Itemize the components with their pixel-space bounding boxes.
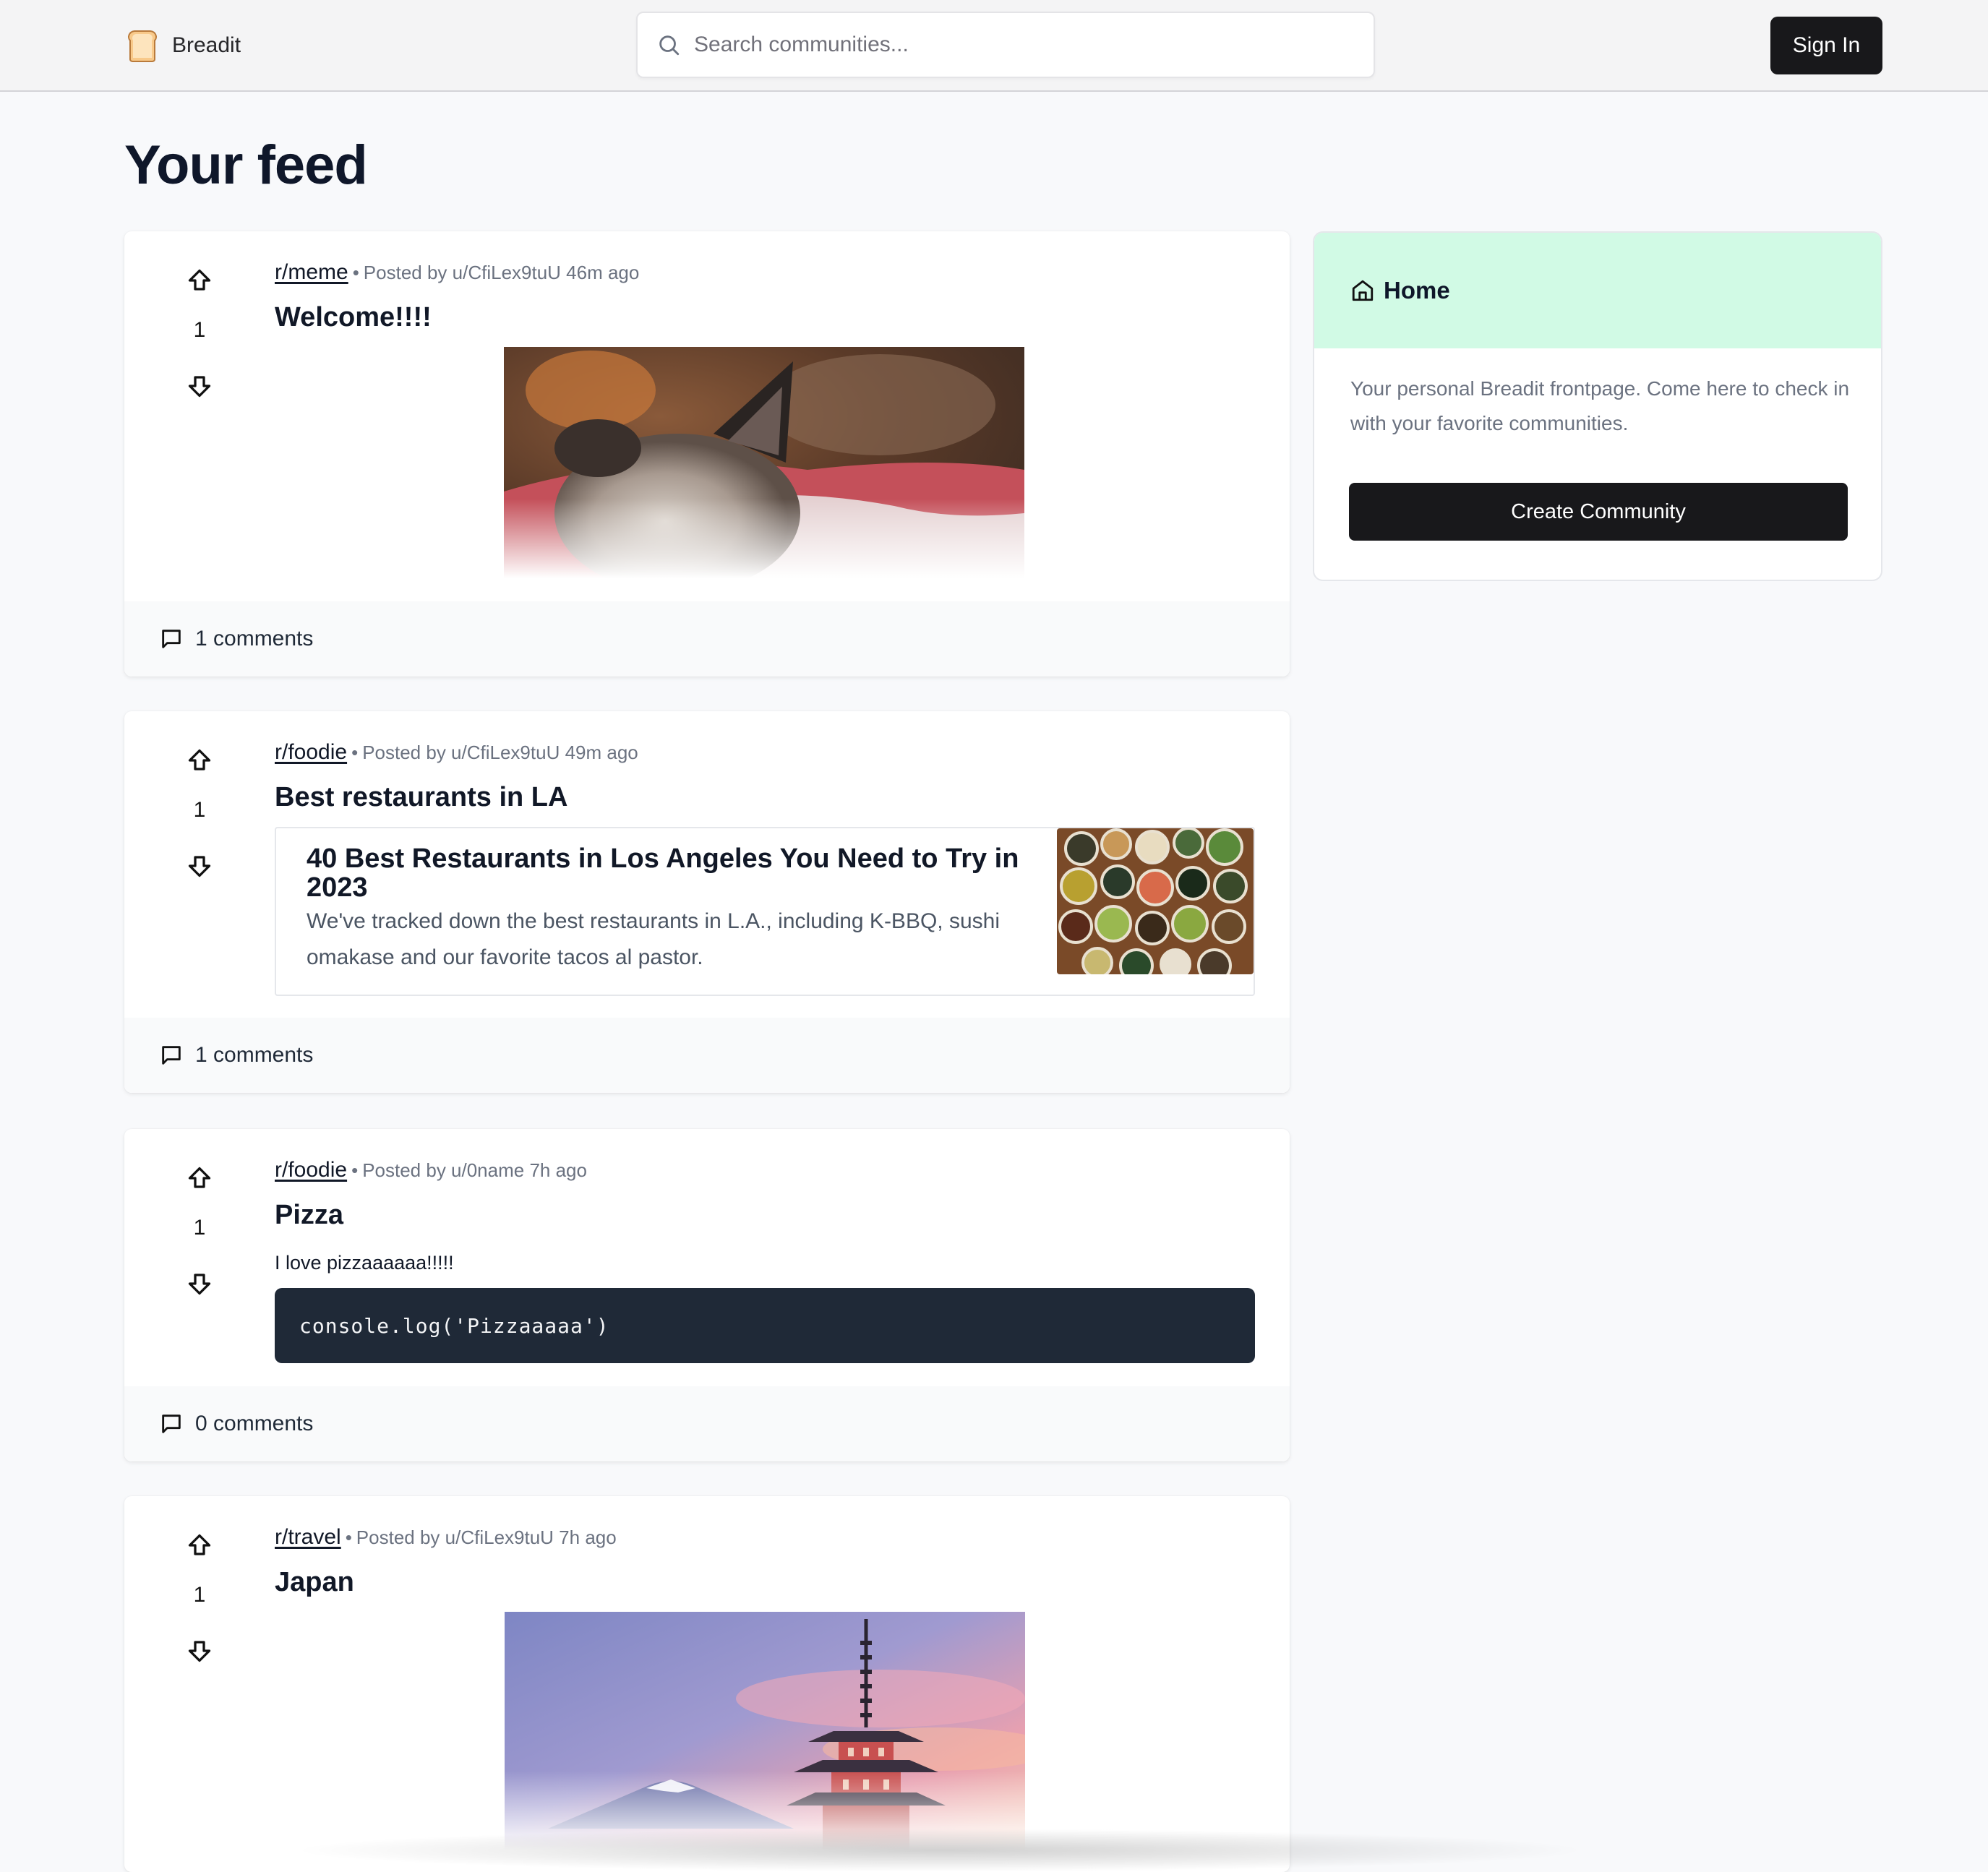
post-image[interactable] (504, 347, 1024, 578)
search-bar[interactable] (636, 12, 1375, 78)
code-content: console.log('Pizzaaaaa') (299, 1313, 609, 1338)
post-title[interactable]: Welcome!!!! (275, 302, 432, 333)
vote-count: 1 (193, 318, 206, 342)
meta-separator: • (351, 1159, 359, 1181)
post-meta: r/meme • Posted by u/CfiLex9tuU 46m ago (275, 260, 639, 285)
home-sidebar: Home Your personal Breadit frontpage. Co… (1313, 231, 1882, 581)
search-input[interactable] (694, 33, 1345, 57)
comment-count: 0 comments (195, 1412, 314, 1435)
post-title[interactable]: Pizza (275, 1200, 343, 1231)
subreddit-link[interactable]: r/foodie (275, 1158, 347, 1182)
pagoda-photo (505, 1612, 1025, 1850)
subreddit-link[interactable]: r/travel (275, 1525, 341, 1549)
cat-photo (504, 347, 1024, 578)
link-preview-title: 40 Best Restaurants in Los Angeles You N… (307, 843, 1019, 903)
post-author-time: Posted by u/0name 7h ago (362, 1159, 587, 1181)
post-meta: r/foodie • Posted by u/0name 7h ago (275, 1158, 587, 1182)
downvote-icon[interactable] (187, 853, 213, 879)
link-preview-description: We've tracked down the best restaurants … (307, 909, 1000, 969)
comment-icon (162, 630, 181, 648)
vote-count: 1 (193, 1216, 206, 1240)
meta-separator: • (351, 742, 359, 763)
post-title[interactable]: Best restaurants in LA (275, 782, 567, 813)
brand-logo[interactable]: Breadit (124, 27, 241, 64)
comment-icon (162, 1414, 181, 1433)
post-title[interactable]: Japan (275, 1567, 354, 1598)
comment-count: 1 comments (195, 627, 314, 651)
downvote-icon[interactable] (187, 373, 213, 399)
vote-count: 1 (193, 798, 206, 822)
food-photo (1057, 828, 1254, 974)
downvote-icon[interactable] (187, 1638, 213, 1664)
post-image[interactable] (505, 1612, 1025, 1850)
create-community-button[interactable]: Create Community (1349, 483, 1848, 541)
comments-link[interactable]: 1 comments (124, 1018, 1290, 1093)
link-preview-thumbnail (1057, 828, 1254, 974)
brand-name: Breadit (172, 33, 241, 57)
sidebar-description: Your personal Breadit frontpage. Come he… (1350, 377, 1850, 434)
post-author-time: Posted by u/CfiLex9tuU 7h ago (356, 1527, 617, 1548)
post-meta: r/travel • Posted by u/CfiLex9tuU 7h ago (275, 1525, 617, 1550)
upvote-icon[interactable] (187, 1165, 213, 1191)
link-preview[interactable]: 40 Best Restaurants in Los Angeles You N… (275, 827, 1255, 996)
downvote-icon[interactable] (187, 1271, 213, 1297)
navbar: Breadit Sign In (0, 0, 1988, 92)
subreddit-link[interactable]: r/meme (275, 260, 348, 284)
code-block: console.log('Pizzaaaaa') (275, 1288, 1255, 1363)
post-card: 1 r/meme • Posted by u/CfiLex9tuU 46m ago … (124, 231, 1290, 677)
vote-count: 1 (193, 1583, 206, 1607)
page-title: Your feed (124, 134, 368, 196)
comments-link[interactable]: 0 comments (124, 1386, 1290, 1461)
bread-icon (128, 30, 157, 62)
post-author-time: Posted by u/CfiLex9tuU 46m ago (363, 262, 640, 283)
sidebar-title: Home (1384, 277, 1450, 304)
comments-link[interactable]: 1 comments (124, 601, 1290, 677)
comment-count: 1 comments (195, 1043, 314, 1067)
post-card: 1 r/foodie • Posted by u/CfiLex9tuU 49m ag… (124, 711, 1290, 1093)
meta-separator: • (345, 1527, 352, 1548)
sidebar-header: Home (1314, 233, 1881, 348)
post-text: I love pizzaaaaaa!!!!! (275, 1252, 454, 1274)
meta-separator: • (352, 262, 359, 283)
upvote-icon[interactable] (187, 1532, 213, 1558)
scroll-shadow (289, 1829, 1590, 1872)
upvote-icon[interactable] (187, 267, 213, 293)
post-meta: r/foodie • Posted by u/CfiLex9tuU 49m ago (275, 740, 638, 765)
subreddit-link[interactable]: r/foodie (275, 740, 347, 764)
upvote-icon[interactable] (187, 747, 213, 773)
post-card: 1 r/travel • Posted by u/CfiLex9tuU 7h ago… (124, 1496, 1290, 1872)
comment-icon (162, 1046, 181, 1065)
search-icon (659, 35, 680, 56)
post-author-time: Posted by u/CfiLex9tuU 49m ago (362, 742, 638, 763)
post-card: 1 r/foodie • Posted by u/0name 7h ago Pizz… (124, 1129, 1290, 1461)
home-icon (1352, 280, 1374, 301)
sign-in-button[interactable]: Sign In (1770, 17, 1882, 74)
